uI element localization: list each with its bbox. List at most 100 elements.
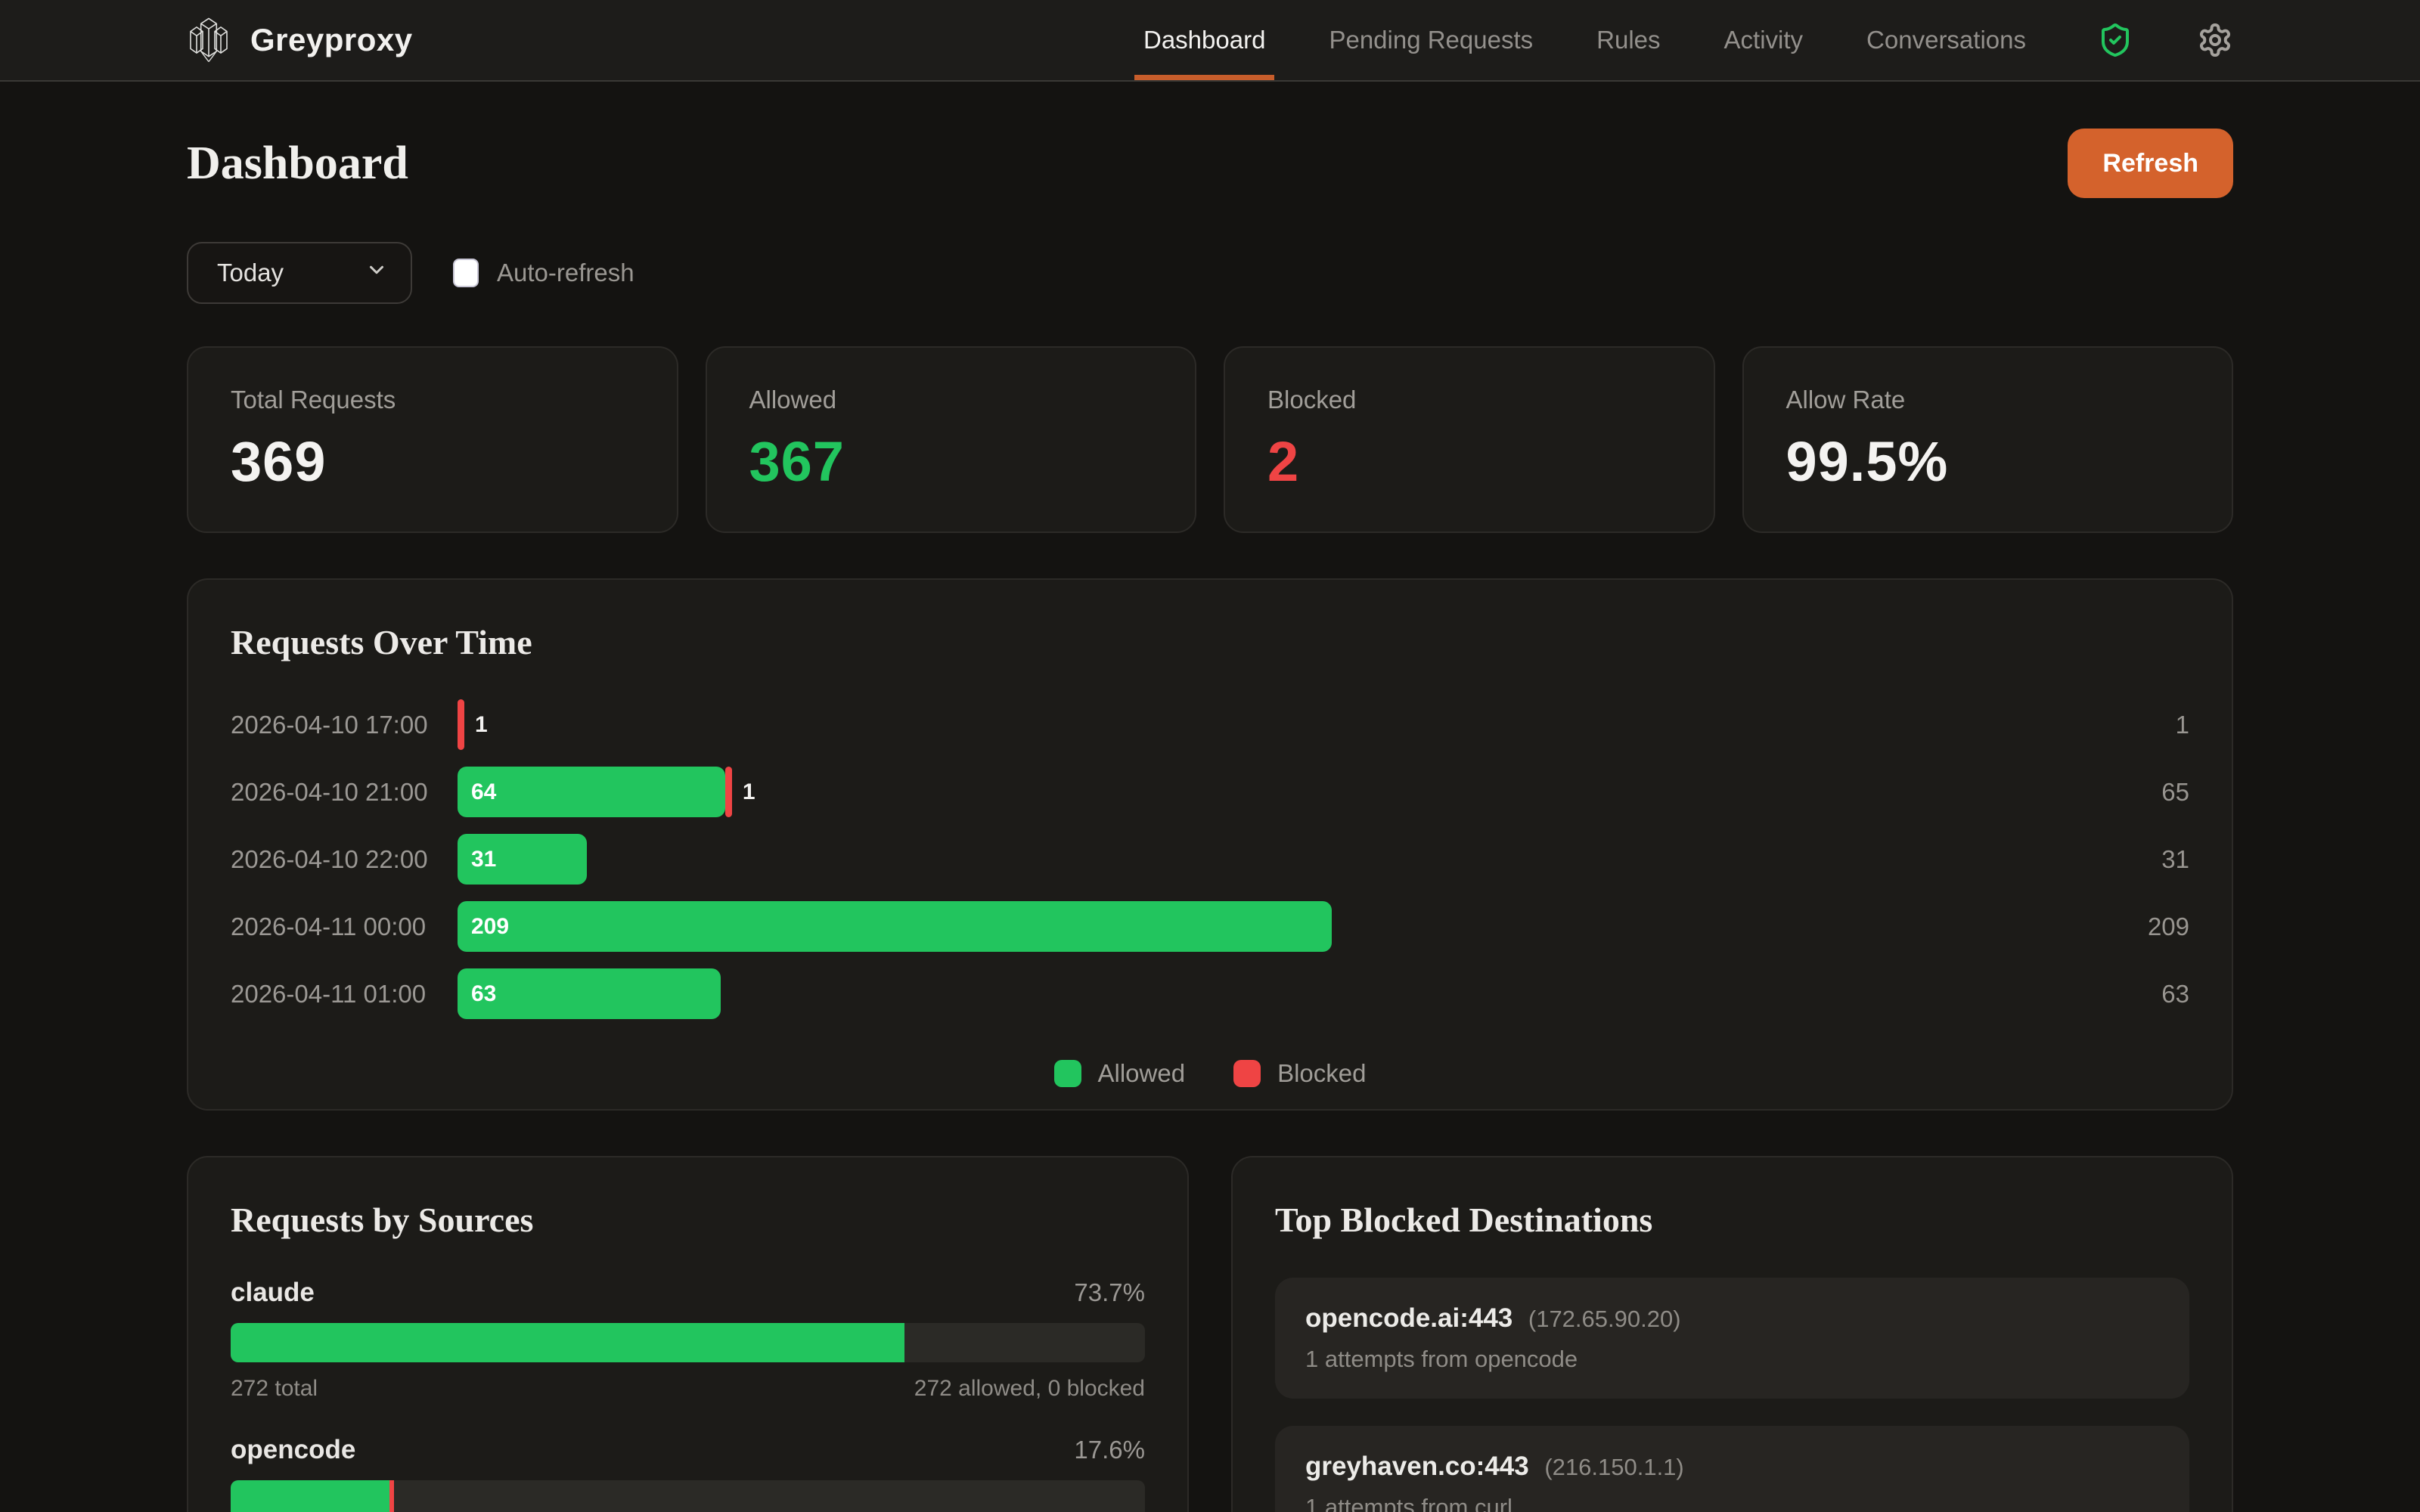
row-total-label: 63 [2161,979,2189,1008]
chart-row: 2026-04-11 01:00 63 63 [231,960,2189,1027]
chart-category-label: 2026-04-11 01:00 [231,979,427,1008]
blocked-value-label: 1 [742,779,755,804]
chart-bar: 63 [458,968,2076,1019]
top-navbar: Greyproxy Dashboard Pending Requests Rules… [0,0,2420,82]
blocked-bar-segment [458,699,464,750]
chart-bar: 64 1 [458,767,2076,817]
chart-category-label: 2026-04-10 17:00 [231,710,428,739]
row-total-label: 1 [2175,710,2189,739]
chart-row: 2026-04-10 17:00 1 1 [231,691,2189,758]
refresh-button[interactable]: Refresh [2068,129,2233,198]
chart-legend: Allowed Blocked [231,1059,2189,1088]
chart-row: 2026-04-10 21:00 64 1 65 [231,758,2189,826]
blocked-destination-item: greyhaven.co:443 (216.150.1.1) 1 attempt… [1275,1426,2189,1512]
source-row: claude 73.7% 272 total 272 allowed, 0 bl… [231,1278,1145,1402]
stat-value: 369 [231,430,327,493]
main-nav: Dashboard Pending Requests Rules Activity Co… [1134,0,2233,80]
legend-swatch [1053,1060,1081,1087]
chart-row: 2026-04-10 22:00 31 31 [231,826,2189,893]
nav-item-conversations[interactable]: Conversations [1866,0,2026,80]
destination-attempts: 1 attempts from opencode [1305,1346,1578,1372]
stat-label: Blocked [1267,386,1357,414]
nav-item-activity[interactable]: Activity [1724,0,1804,80]
stat-label: Allow Rate [1786,386,1906,414]
stat-value: 99.5% [1786,430,1949,493]
stat-card: Total Requests 369 [187,346,678,533]
source-progress-bar [231,1323,1145,1362]
source-blocked-segment [389,1480,394,1512]
chart-category-label: 2026-04-10 22:00 [231,844,428,873]
sources-list: claude 73.7% 272 total 272 allowed, 0 bl… [231,1278,1145,1512]
destination-ip: (172.65.90.20) [1522,1306,1681,1332]
allowed-bar-segment: 31 [458,834,588,885]
blocked-destination-item: opencode.ai:443 (172.65.90.20) 1 attempt… [1275,1278,2189,1399]
chevron-down-icon [365,259,388,287]
blocked-bar-segment [724,767,732,817]
stat-value: 367 [749,430,845,493]
requests-by-sources-title: Requests by Sources [231,1201,534,1239]
allowed-bar-segment: 209 [458,901,1332,952]
requests-over-time-panel: Requests Over Time 2026-04-10 17:00 1 1 … [187,578,2233,1111]
status-shield-icon[interactable] [2097,22,2133,58]
stat-value: 2 [1267,430,1300,493]
destination-host: greyhaven.co:443 [1305,1452,1529,1481]
allowed-value-label: 64 [471,779,497,804]
stat-card: Allowed 367 [705,346,1196,533]
row-total-label: 65 [2161,777,2189,806]
row-total-label: 209 [2147,912,2189,940]
time-range-value: Today [217,259,284,287]
allowed-value-label: 209 [471,913,510,939]
source-allowed-segment [231,1480,389,1512]
greyproxy-logo-icon [187,16,231,64]
row-total-label: 31 [2161,844,2189,873]
nav-item-rules[interactable]: Rules [1596,0,1660,80]
source-detail-label: 272 allowed, 0 blocked [914,1376,1145,1401]
top-blocked-destinations-panel: Top Blocked Destinations opencode.ai:443… [1231,1156,2233,1512]
settings-gear-icon[interactable] [2197,22,2233,58]
source-percent: 17.6% [1074,1436,1145,1464]
source-allowed-segment [231,1323,905,1362]
source-name: claude [231,1278,315,1307]
source-total-label: 272 total [231,1376,318,1401]
legend-label: Allowed [1097,1059,1186,1087]
allowed-bar-segment: 64 [458,767,725,817]
stat-label: Total Requests [231,386,396,414]
requests-over-time-chart: 2026-04-10 17:00 1 1 2026-04-10 21:00 64… [231,691,2189,1027]
allowed-value-label: 31 [471,846,497,872]
chart-bar: 209 [458,901,2076,952]
nav-item-pending-requests[interactable]: Pending Requests [1329,0,1533,80]
requests-by-sources-panel: Requests by Sources claude 73.7% 272 tot… [187,1156,1189,1512]
requests-over-time-title: Requests Over Time [231,623,532,662]
brand-home-link[interactable]: Greyproxy [187,16,413,64]
stat-cards: Total Requests 369 Allowed 367 Blocked 2… [187,346,2233,533]
allowed-value-label: 63 [471,981,497,1006]
stat-label: Allowed [749,386,837,414]
stat-card: Allow Rate 99.5% [1742,346,2233,533]
legend-item: Blocked [1233,1059,1366,1088]
nav-item-dashboard[interactable]: Dashboard [1134,0,1275,80]
source-progress-bar [231,1480,1145,1512]
source-row: opencode 17.6% 65 total 64 allowed, 1 bl… [231,1435,1145,1512]
destination-ip: (216.150.1.1) [1537,1454,1684,1480]
source-name: opencode [231,1435,356,1464]
chart-bar: 31 [458,834,2076,885]
chart-category-label: 2026-04-10 21:00 [231,777,428,806]
top-blocked-destinations-title: Top Blocked Destinations [1275,1201,1653,1239]
legend-item: Allowed [1053,1059,1186,1088]
source-percent: 73.7% [1074,1278,1145,1306]
time-range-select[interactable]: Today [187,242,412,304]
page-title: Dashboard [187,137,408,189]
legend-swatch [1233,1060,1261,1087]
legend-label: Blocked [1277,1059,1367,1087]
stat-card: Blocked 2 [1224,346,1715,533]
auto-refresh-label: Auto-refresh [497,259,634,287]
chart-row: 2026-04-11 00:00 209 209 [231,893,2189,960]
blocked-destinations-list: opencode.ai:443 (172.65.90.20) 1 attempt… [1275,1278,2189,1512]
destination-attempts: 1 attempts from curl [1305,1494,1512,1512]
brand-name: Greyproxy [250,22,413,57]
blocked-value-label: 1 [475,711,488,737]
auto-refresh-control: Auto-refresh [453,259,634,287]
main-content: Dashboard Refresh Today Auto-refresh Tot… [187,129,2233,1512]
auto-refresh-checkbox[interactable] [453,259,479,287]
allowed-bar-segment: 63 [458,968,721,1019]
